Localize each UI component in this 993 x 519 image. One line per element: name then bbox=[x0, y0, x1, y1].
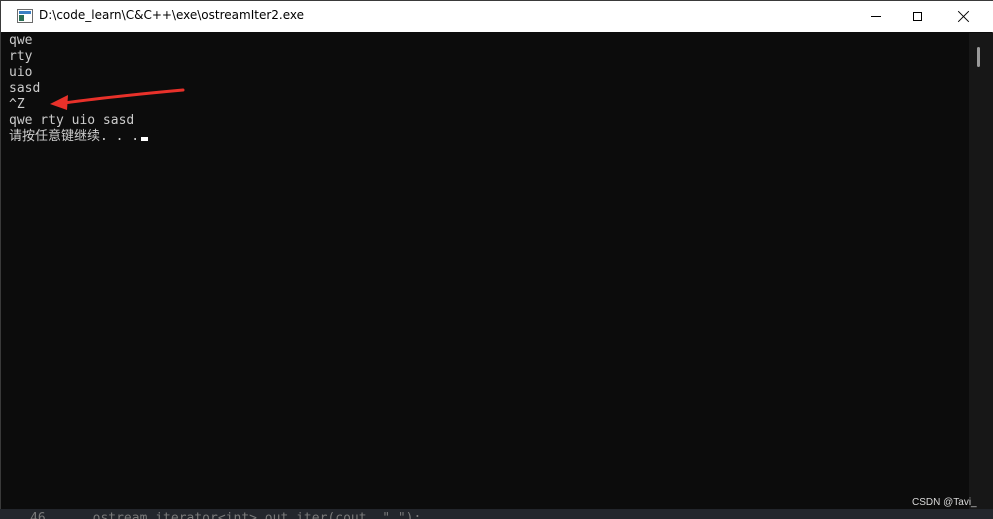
red-arrow-annotation-icon bbox=[50, 88, 185, 110]
background-editor-strip: 46 ostream_iterator<int> out_iter(cout, … bbox=[0, 509, 993, 519]
console-line: uio bbox=[9, 65, 33, 80]
console-prompt-line: 请按任意键继续. . . bbox=[9, 129, 967, 145]
maximize-icon bbox=[912, 12, 922, 21]
maximize-button[interactable] bbox=[894, 1, 940, 32]
watermark: CSDN @Tavi_ bbox=[912, 497, 977, 508]
vertical-scrollbar[interactable] bbox=[969, 33, 993, 511]
background-code-line: 46 ostream_iterator<int> out_iter(cout, … bbox=[30, 511, 422, 519]
close-icon bbox=[958, 11, 969, 22]
console-window: D:\code_learn\C&C++\exe\ostreamIter2.exe… bbox=[0, 0, 993, 511]
console-line: rty bbox=[9, 49, 33, 64]
console-line: qwe bbox=[9, 33, 33, 48]
press-any-key-prompt: 请按任意键继续. . . bbox=[9, 129, 140, 144]
minimize-button[interactable] bbox=[853, 1, 899, 32]
minimize-icon bbox=[871, 16, 881, 17]
window-title: D:\code_learn\C&C++\exe\ostreamIter2.exe bbox=[39, 8, 304, 22]
scrollbar-thumb[interactable] bbox=[977, 47, 980, 67]
close-button[interactable] bbox=[940, 1, 986, 32]
title-bar[interactable]: D:\code_learn\C&C++\exe\ostreamIter2.exe bbox=[1, 1, 993, 32]
console-line-output: qwe rty uio sasd bbox=[9, 113, 135, 128]
text-cursor bbox=[141, 137, 149, 141]
desktop: D:\code_learn\C&C++\exe\ostreamIter2.exe… bbox=[0, 0, 993, 519]
console-app-icon bbox=[17, 9, 33, 23]
